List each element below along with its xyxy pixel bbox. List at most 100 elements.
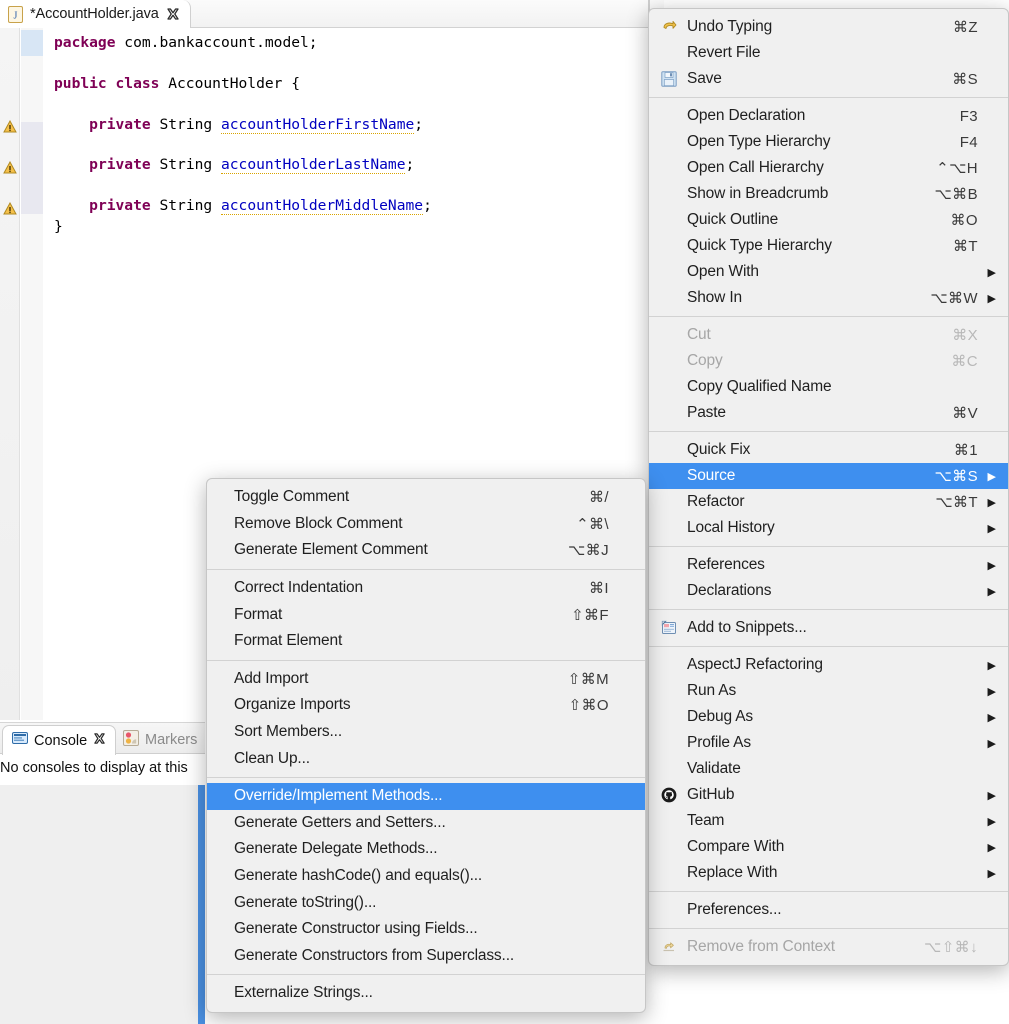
menu-item-shortcut: ⌥⌘S [934, 468, 978, 485]
tab-console[interactable]: Console [2, 725, 117, 755]
menu-item-label: Sort Members... [234, 723, 342, 741]
close-x-icon[interactable] [93, 732, 106, 749]
menu-item-shortcut: ⌘S [952, 71, 978, 88]
menu-item-revert-file[interactable]: Revert File [649, 40, 1008, 66]
menu-item-preferences[interactable]: Preferences... [649, 897, 1008, 923]
menu-item-copy: Copy ⌘C [649, 348, 1008, 374]
menu-item-label: Remove from Context [687, 938, 835, 955]
menu-item-declarations[interactable]: Declarations ▶ [649, 578, 1008, 604]
menu-item-open-call-hierarchy[interactable]: Open Call Hierarchy ⌃⌥H [649, 155, 1008, 181]
submenu-arrow-icon: ▶ [987, 266, 996, 279]
menu-item-save[interactable]: Save ⌘S [649, 66, 1008, 92]
menu-item-sort-members[interactable]: Sort Members... [207, 719, 645, 746]
menu-item-clean-up[interactable]: Clean Up... [207, 745, 645, 772]
menu-item-shortcut: ⇧⌘F [571, 606, 609, 624]
menu-item-label: Open Declaration [687, 107, 806, 124]
bottom-panel-scrollbar[interactable] [198, 785, 205, 1024]
menu-item-toggle-comment[interactable]: Toggle Comment ⌘/ [207, 484, 645, 511]
menu-item-refactor[interactable]: Refactor ⌥⌘T ▶ [649, 489, 1008, 515]
code-line: public class AccountHolder { [54, 74, 301, 92]
menu-item-label: Revert File [687, 44, 761, 61]
menu-item-team[interactable]: Team ▶ [649, 808, 1008, 834]
save-icon [661, 71, 681, 87]
menu-item-local-history[interactable]: Local History ▶ [649, 515, 1008, 541]
menu-item-github[interactable]: GitHub ▶ [649, 782, 1008, 808]
menu-item-generate-constructors-from-superclass[interactable]: Generate Constructors from Superclass... [207, 943, 645, 970]
menu-item-label: Run As [687, 682, 737, 699]
menu-separator [649, 891, 1008, 892]
menu-item-run-as[interactable]: Run As ▶ [649, 678, 1008, 704]
menu-item-generate-delegate-methods[interactable]: Generate Delegate Methods... [207, 836, 645, 863]
close-x-icon[interactable] [166, 7, 180, 21]
tab-markers[interactable]: Markers [114, 725, 206, 755]
menu-item-undo-typing[interactable]: Undo Typing ⌘Z [649, 14, 1008, 40]
menu-item-debug-as[interactable]: Debug As ▶ [649, 704, 1008, 730]
menu-item-format-element[interactable]: Format Element [207, 628, 645, 655]
menu-item-profile-as[interactable]: Profile As ▶ [649, 730, 1008, 756]
menu-item-label: Quick Outline [687, 211, 779, 228]
menu-item-organize-imports[interactable]: Organize Imports ⇧⌘O [207, 692, 645, 719]
menu-item-label: Generate Element Comment [234, 541, 428, 559]
menu-item-generate-constructor-using-fields[interactable]: Generate Constructor using Fields... [207, 916, 645, 943]
menu-item-generate-hashcode-and-equals[interactable]: Generate hashCode() and equals()... [207, 863, 645, 890]
menu-item-paste[interactable]: Paste ⌘V [649, 400, 1008, 426]
menu-item-override-implement-methods[interactable]: Override/Implement Methods... [207, 782, 645, 810]
menu-item-label: Debug As [687, 708, 754, 725]
menu-item-shortcut: ⌘C [951, 353, 978, 370]
menu-item-label: Correct Indentation [234, 579, 363, 597]
menu-item-label: Quick Fix [687, 441, 751, 458]
menu-item-label: Add Import [234, 669, 309, 687]
menu-separator [649, 316, 1008, 317]
menu-item-generate-tostring[interactable]: Generate toString()... [207, 889, 645, 916]
menu-item-label: Open Type Hierarchy [687, 133, 831, 150]
menu-item-shortcut: F4 [959, 133, 978, 151]
menu-item-show-in[interactable]: Show In ⌥⌘W ▶ [649, 285, 1008, 311]
submenu-arrow-icon: ▶ [987, 292, 996, 305]
menu-item-shortcut: ⌘T [953, 238, 978, 255]
menu-item-add-import[interactable]: Add Import ⇧⌘M [207, 666, 645, 693]
menu-item-externalize-strings[interactable]: Externalize Strings... [207, 980, 645, 1007]
menu-item-generate-element-comment[interactable]: Generate Element Comment ⌥⌘J [207, 537, 645, 564]
bottom-panel-body [0, 785, 205, 1024]
menu-item-label: Clean Up... [234, 749, 310, 767]
submenu-arrow-icon: ▶ [987, 470, 996, 483]
menu-separator [207, 776, 645, 778]
menu-item-validate[interactable]: Validate [649, 756, 1008, 782]
menu-item-label: Source [687, 467, 736, 484]
menu-separator [649, 928, 1008, 929]
submenu-arrow-icon: ▶ [987, 559, 996, 572]
menu-item-shortcut: ⌃⌘\ [576, 515, 609, 533]
menu-item-quick-fix[interactable]: Quick Fix ⌘1 [649, 437, 1008, 463]
menu-item-label: Copy [687, 352, 723, 369]
menu-item-remove-block-comment[interactable]: Remove Block Comment ⌃⌘\ [207, 511, 645, 538]
editor-tab-accountholder[interactable]: J *AccountHolder.java [0, 0, 191, 28]
menu-item-quick-type-hierarchy[interactable]: Quick Type Hierarchy ⌘T [649, 233, 1008, 259]
menu-item-shortcut: ⌘/ [589, 489, 609, 507]
code-line: private String accountHolderMiddleName; [89, 197, 432, 216]
menu-separator [649, 609, 1008, 610]
menu-item-compare-with[interactable]: Compare With ▶ [649, 834, 1008, 860]
menu-item-open-declaration[interactable]: Open Declaration F3 [649, 103, 1008, 129]
menu-item-references[interactable]: References ▶ [649, 552, 1008, 578]
menu-item-quick-outline[interactable]: Quick Outline ⌘O [649, 207, 1008, 233]
menu-item-format[interactable]: Format ⇧⌘F [207, 601, 645, 628]
submenu-arrow-icon: ▶ [987, 841, 996, 854]
menu-item-open-type-hierarchy[interactable]: Open Type Hierarchy F4 [649, 129, 1008, 155]
menu-item-show-in-breadcrumb[interactable]: Show in Breadcrumb ⌥⌘B [649, 181, 1008, 207]
submenu-arrow-icon: ▶ [987, 711, 996, 724]
menu-item-replace-with[interactable]: Replace With ▶ [649, 860, 1008, 886]
menu-item-correct-indentation[interactable]: Correct Indentation ⌘I [207, 575, 645, 602]
menu-separator [649, 546, 1008, 547]
menu-item-source[interactable]: Source ⌥⌘S ▶ [649, 463, 1008, 489]
menu-item-open-with[interactable]: Open With ▶ [649, 259, 1008, 285]
warning-icon [3, 119, 17, 134]
menu-item-add-to-snippets[interactable]: Add to Snippets... [649, 615, 1008, 641]
source-submenu[interactable]: Toggle Comment ⌘/ Remove Block Comment ⌃⌘\ G… [206, 478, 646, 1013]
menu-item-label: Organize Imports [234, 696, 351, 714]
menu-item-label: Copy Qualified Name [687, 378, 832, 395]
menu-item-generate-getters-and-setters[interactable]: Generate Getters and Setters... [207, 810, 645, 837]
code-line: private String accountHolderLastName; [89, 156, 415, 175]
editor-context-menu[interactable]: Undo Typing ⌘Z Revert File Save ⌘S Open Decla… [648, 8, 1009, 966]
menu-item-aspectj-refactoring[interactable]: AspectJ Refactoring ▶ [649, 652, 1008, 678]
menu-item-copy-qualified-name[interactable]: Copy Qualified Name [649, 374, 1008, 400]
